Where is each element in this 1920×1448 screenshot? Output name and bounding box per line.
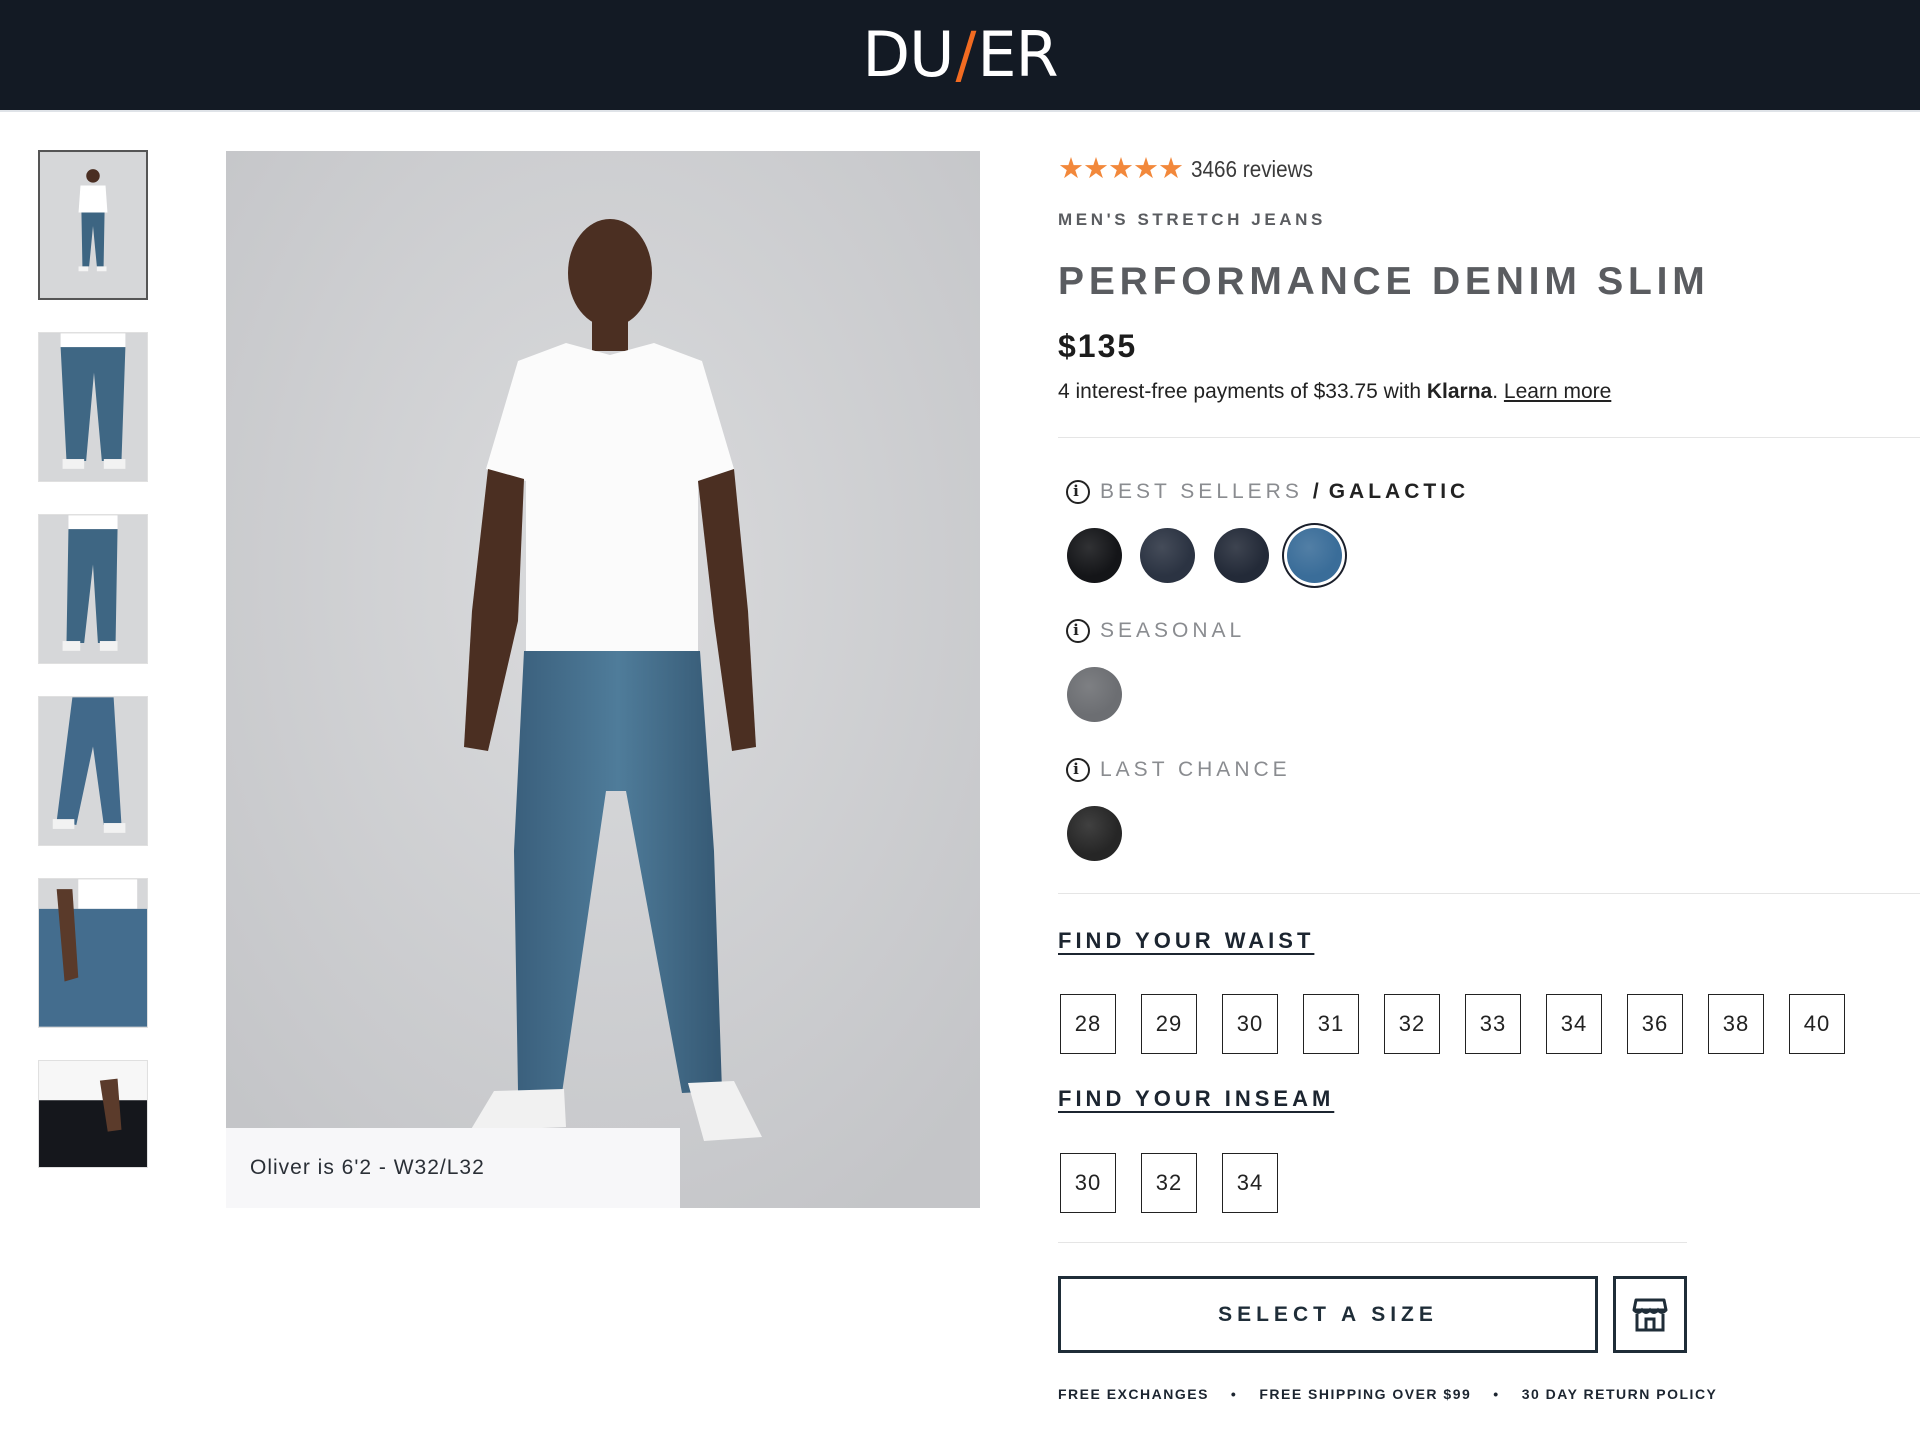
review-count: 3466 reviews: [1191, 155, 1313, 182]
best-sellers-label: BEST SELLERS / GALACTIC: [1066, 480, 1469, 504]
model-caption: Oliver is 6'2 - W32/L32: [226, 1128, 680, 1208]
last-chance-text: LAST CHANCE: [1100, 758, 1291, 781]
model-illustration: [226, 151, 980, 1208]
klarna-text: 4 interest-free payments of $33.75 with: [1058, 380, 1422, 403]
swatch-dark-navy[interactable]: [1140, 528, 1195, 583]
thumbnail-6[interactable]: [38, 1060, 148, 1168]
last-chance-label: LAST CHANCE: [1066, 758, 1291, 782]
swatch-indigo[interactable]: [1214, 528, 1269, 583]
thumbnail-3-image: [39, 515, 147, 663]
perk-bullet: •: [1230, 1386, 1238, 1402]
perk-free-shipping: FREE SHIPPING OVER $99: [1259, 1386, 1472, 1402]
inseam-size-options: 30 32 34: [1060, 1153, 1303, 1213]
klarna-period: .: [1492, 380, 1499, 403]
waist-size-button[interactable]: 31: [1303, 994, 1359, 1054]
rating[interactable]: ★★★★★ 3466 reviews: [1058, 152, 1327, 186]
select-a-size-button[interactable]: SELECT A SIZE: [1058, 1276, 1598, 1353]
thumbnail-4-image: [39, 697, 147, 845]
waist-size-button[interactable]: 34: [1546, 994, 1602, 1054]
thumbnail-4[interactable]: [38, 696, 148, 846]
best-sellers-text: BEST SELLERS: [1100, 480, 1303, 503]
waist-size-button[interactable]: 28: [1060, 994, 1116, 1054]
klarna-logo: Klarna: [1426, 380, 1493, 403]
store-icon: [1632, 1298, 1668, 1331]
info-icon[interactable]: [1066, 619, 1090, 643]
thumbnail-1[interactable]: [38, 150, 148, 300]
logo-slash: /: [955, 18, 976, 91]
find-your-waist-link[interactable]: FIND YOUR WAIST: [1058, 928, 1314, 954]
thumbnail-5-image: [39, 879, 147, 1027]
thumbnail-2[interactable]: [38, 332, 148, 482]
product-price: $135: [1058, 328, 1138, 364]
klarna-message: 4 interest-free payments of $33.75 with …: [1058, 380, 1611, 404]
thumbnail-2-image: [39, 333, 147, 481]
logo-left: DU: [862, 18, 954, 91]
label-separator: /: [1312, 480, 1319, 503]
swatch-galactic[interactable]: [1287, 528, 1342, 583]
waist-size-button[interactable]: 30: [1222, 994, 1278, 1054]
perk-bullet: •: [1493, 1386, 1500, 1402]
inseam-size-button[interactable]: 32: [1141, 1153, 1197, 1213]
waist-size-button[interactable]: 38: [1708, 994, 1764, 1054]
thumbnail-3[interactable]: [38, 514, 148, 664]
selected-color-name: GALACTIC: [1328, 480, 1470, 503]
waist-size-button[interactable]: 33: [1465, 994, 1521, 1054]
divider: [1058, 437, 1920, 438]
info-icon[interactable]: [1066, 480, 1090, 504]
seasonal-label: SEASONAL: [1066, 619, 1245, 643]
shipping-perks: FREE EXCHANGES • FREE SHIPPING OVER $99 …: [1058, 1386, 1717, 1402]
star-rating-icon: ★★★★★: [1058, 153, 1184, 185]
swatch-charcoal[interactable]: [1067, 806, 1122, 861]
divider: [1058, 893, 1920, 894]
find-your-inseam-link[interactable]: FIND YOUR INSEAM: [1058, 1086, 1334, 1112]
perk-return-policy: 30 DAY RETURN POLICY: [1521, 1386, 1718, 1402]
product-title: PERFORMANCE DENIM SLIM: [1058, 260, 1710, 303]
info-icon[interactable]: [1066, 758, 1090, 782]
site-header: DU/ER: [0, 0, 1920, 112]
main-product-image[interactable]: Oliver is 6'2 - W32/L32: [226, 151, 980, 1208]
product-category: MEN'S STRETCH JEANS: [1058, 210, 1326, 229]
thumbnail-5[interactable]: [38, 878, 148, 1028]
logo[interactable]: DU/ER: [0, 22, 1920, 88]
waist-size-button[interactable]: 36: [1627, 994, 1683, 1054]
klarna-learn-more-link[interactable]: Learn more: [1504, 380, 1611, 403]
waist-size-button[interactable]: 29: [1141, 994, 1197, 1054]
thumbnail-6-image: [39, 1061, 147, 1167]
store-pickup-button[interactable]: [1613, 1276, 1687, 1353]
seasonal-text: SEASONAL: [1100, 619, 1246, 642]
logo-right: ER: [977, 18, 1058, 91]
inseam-size-button[interactable]: 30: [1060, 1153, 1116, 1213]
thumbnail-1-image: [40, 152, 146, 298]
swatch-grey[interactable]: [1067, 667, 1122, 722]
inseam-size-button[interactable]: 34: [1222, 1153, 1278, 1213]
waist-size-button[interactable]: 32: [1384, 994, 1440, 1054]
waist-size-button[interactable]: 40: [1789, 994, 1845, 1054]
perk-free-exchanges: FREE EXCHANGES: [1058, 1386, 1209, 1402]
waist-size-options: 28 29 30 31 32 33 34 36 38 40: [1060, 994, 1870, 1054]
divider: [1058, 1242, 1687, 1243]
swatch-black[interactable]: [1067, 528, 1122, 583]
